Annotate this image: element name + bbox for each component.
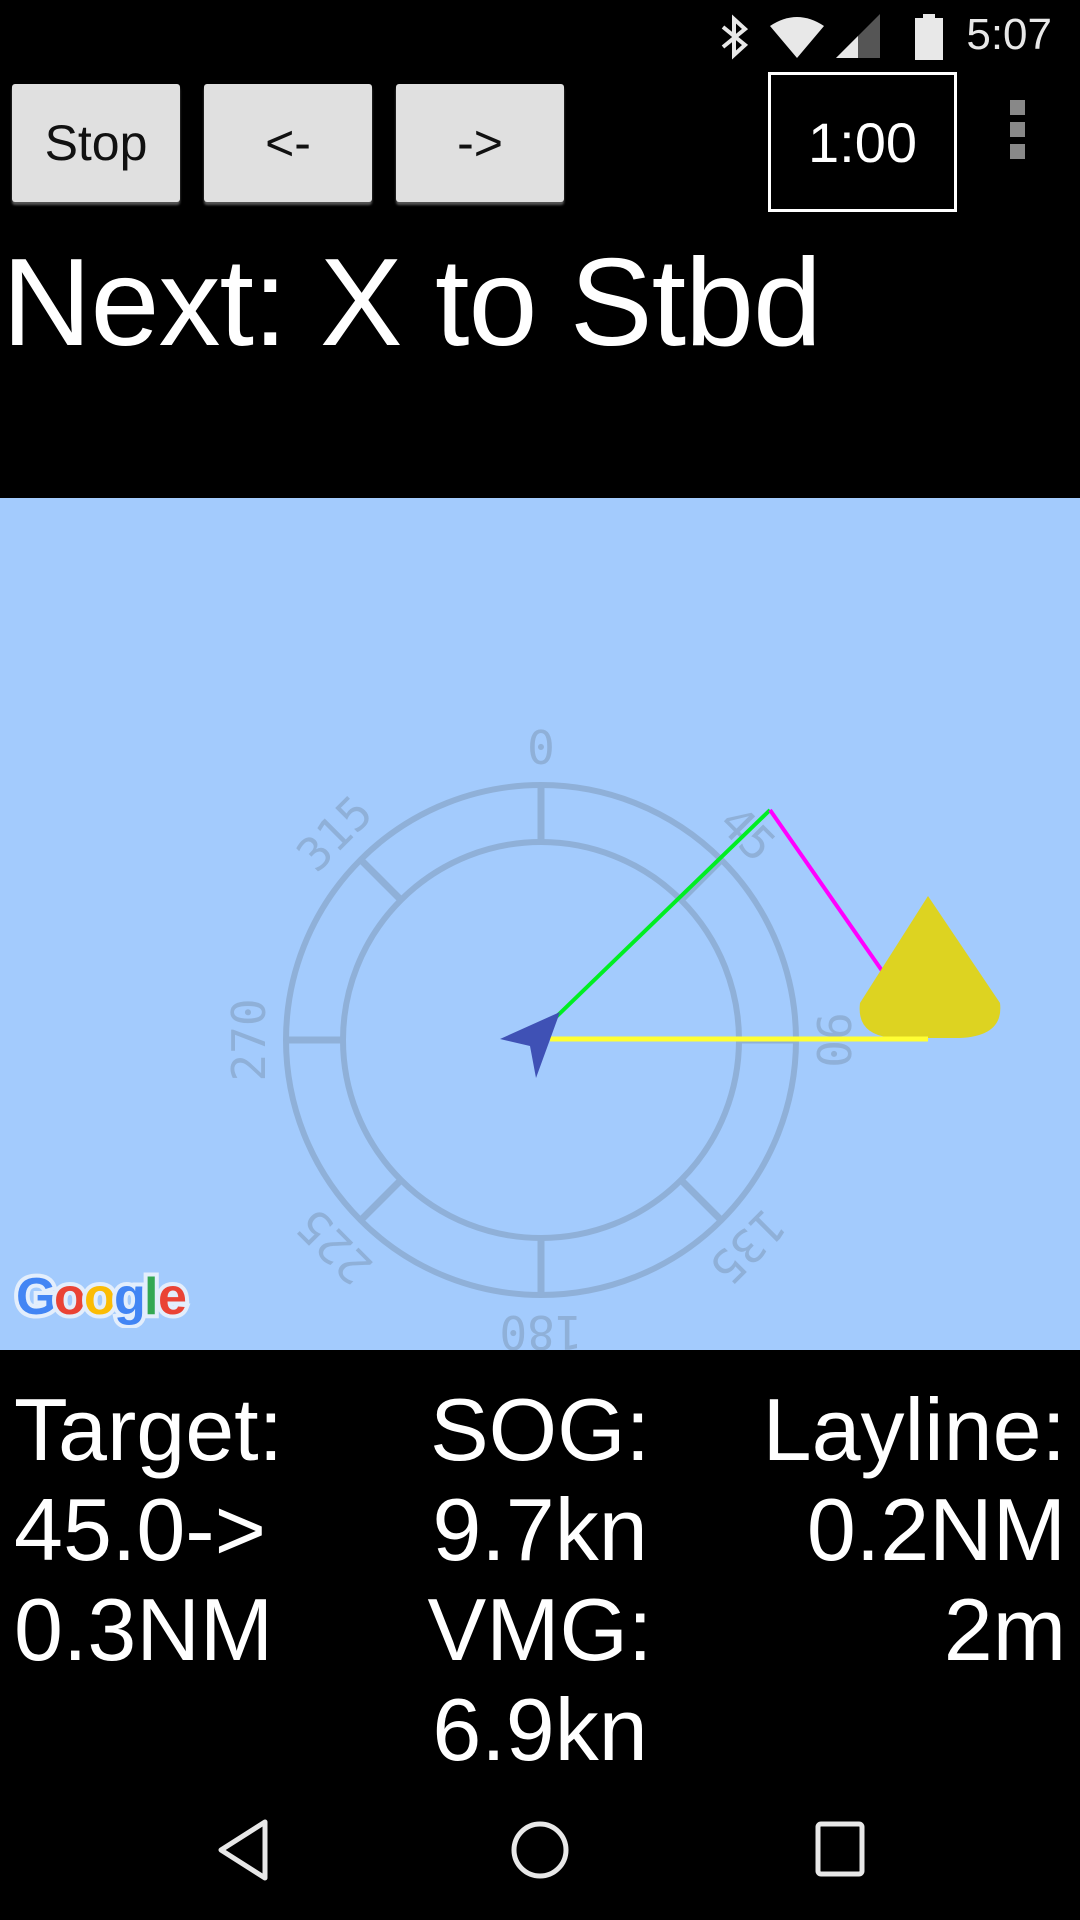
svg-text:G: G <box>16 1268 56 1326</box>
compass-label: 180 <box>499 1305 582 1350</box>
boat-icon <box>500 1012 560 1078</box>
bluetooth-icon <box>721 14 749 60</box>
vmg-value: 6.9kn <box>432 1680 648 1779</box>
svg-text:e: e <box>158 1268 187 1326</box>
svg-text:o: o <box>84 1268 116 1326</box>
layline-time: 2m <box>943 1580 1066 1679</box>
status-bar: 5:07 <box>0 0 1080 72</box>
next-mark-button[interactable]: -> <box>396 84 564 202</box>
course-line <box>553 808 772 1020</box>
recents-icon[interactable] <box>814 1820 866 1880</box>
back-icon[interactable] <box>215 1818 271 1882</box>
clock: 5:07 <box>966 10 1052 59</box>
compass-overlay: 04590135180225270315 <box>222 721 1001 1350</box>
compass-label: 0 <box>527 721 555 775</box>
layline <box>768 808 887 977</box>
battery-icon <box>915 14 943 60</box>
compass-tick <box>678 1177 724 1223</box>
svg-text:o: o <box>54 1268 86 1326</box>
compass-tick <box>358 857 404 903</box>
stop-button[interactable]: Stop <box>12 84 180 202</box>
layline-distance: 0.2NM <box>806 1480 1066 1579</box>
next-instruction: Next: X to Stbd <box>2 234 822 372</box>
previous-mark-button[interactable]: <- <box>204 84 372 202</box>
countdown-timer[interactable]: 1:00 <box>768 72 957 212</box>
layline-label: Layline: <box>762 1380 1066 1479</box>
navigation-bar <box>0 1780 1080 1920</box>
svg-text:l: l <box>144 1268 158 1326</box>
map-view[interactable]: 04590135180225270315 G o o g l e <box>0 498 1080 1350</box>
wifi-icon <box>770 17 824 58</box>
more-vert-icon[interactable] <box>1010 100 1026 166</box>
home-icon[interactable] <box>510 1818 570 1882</box>
svg-text:g: g <box>114 1268 146 1326</box>
google-logo: G o o g l e <box>14 1268 191 1328</box>
compass-tick <box>358 1177 404 1223</box>
compass-label: 270 <box>222 998 276 1081</box>
cell-signal-icon <box>836 14 880 58</box>
